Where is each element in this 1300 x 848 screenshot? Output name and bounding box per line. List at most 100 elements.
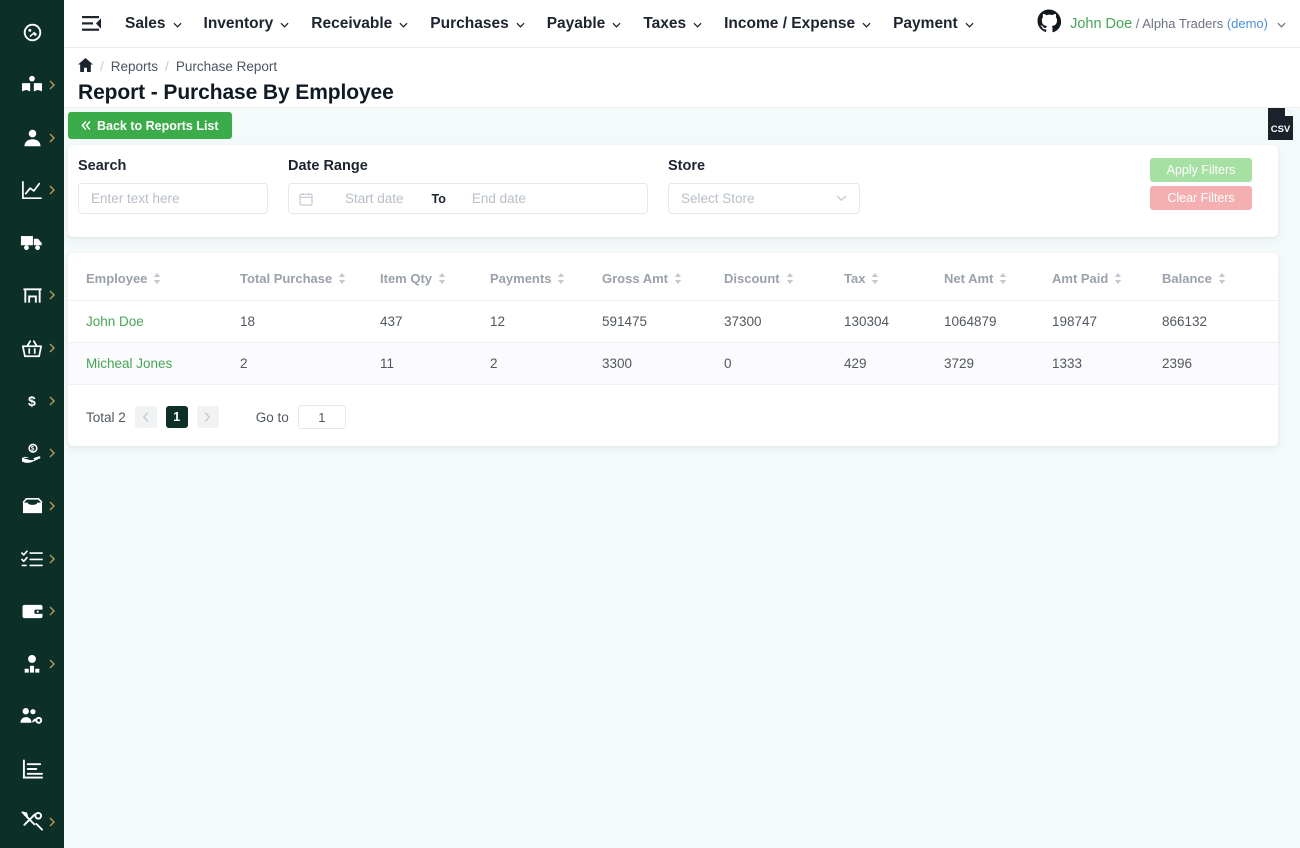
apply-filters-button[interactable]: Apply Filters xyxy=(1150,158,1252,182)
cell-tax: 429 xyxy=(844,342,944,385)
sort-updown-icon xyxy=(558,273,565,284)
company-name: Alpha Traders xyxy=(1142,15,1227,31)
prev-page-button[interactable] xyxy=(134,406,157,428)
users-gear-icon xyxy=(20,706,44,726)
chevron-right-icon xyxy=(49,817,55,827)
csv-file-icon[interactable]: CSV xyxy=(1267,107,1294,141)
nav-label: Taxes xyxy=(643,14,687,32)
cell-total-purchase: 18 xyxy=(240,300,380,343)
sidebar-item-customers[interactable] xyxy=(0,111,64,164)
tenant-tag: (demo) xyxy=(1226,15,1268,31)
employee-link[interactable]: Micheal Jones xyxy=(86,356,172,371)
date-range-to-label: To xyxy=(431,191,446,206)
chevron-right-icon xyxy=(49,290,55,300)
sidebar-item-catalog[interactable] xyxy=(0,59,64,112)
column-label: Employee xyxy=(86,271,148,286)
sidebar-item-taxes[interactable] xyxy=(0,480,64,533)
column-label: Payments xyxy=(490,271,552,286)
user-menu[interactable]: John Doe / Alpha Traders (demo) xyxy=(1037,0,1300,48)
cell-tax: 130304 xyxy=(844,300,944,343)
next-page-button[interactable] xyxy=(196,406,219,428)
cell-discount: 37300 xyxy=(724,300,844,343)
nav-item-sales[interactable]: Sales xyxy=(114,0,193,48)
nav-item-payable[interactable]: Payable xyxy=(536,0,633,48)
chevron-right-icon xyxy=(49,554,55,564)
collapse-menu-icon[interactable] xyxy=(68,0,114,48)
page-header: / Reports / Purchase Report Report - Pur… xyxy=(64,48,1300,108)
home-icon[interactable] xyxy=(78,58,93,75)
chevron-down-icon xyxy=(399,22,408,28)
table-header-row: Employee Total Purchase Item Qty Payment… xyxy=(68,253,1278,301)
store-select[interactable]: Select Store xyxy=(668,183,860,214)
sort-updown-icon xyxy=(154,273,161,284)
sort-updown-icon xyxy=(1218,273,1226,284)
date-range-picker[interactable]: Start date To End date xyxy=(288,183,648,214)
search-input[interactable] xyxy=(78,183,268,214)
column-header-net-amt[interactable]: Net Amt xyxy=(944,253,1052,301)
sidebar-item-purchases[interactable] xyxy=(0,322,64,375)
chevron-right-icon xyxy=(49,606,55,616)
clear-filters-button[interactable]: Clear Filters xyxy=(1150,186,1252,210)
goto-label: Go to xyxy=(255,409,289,425)
sort-updown-icon xyxy=(438,273,446,284)
nav-item-purchases[interactable]: Purchases xyxy=(419,0,535,48)
nav-item-taxes[interactable]: Taxes xyxy=(632,0,713,48)
back-to-reports-list-button[interactable]: Back to Reports List xyxy=(68,112,232,139)
sidebar-item-sales[interactable] xyxy=(0,164,64,217)
cell-amt-paid: 198747 xyxy=(1052,300,1162,343)
column-label: Amt Paid xyxy=(1052,271,1109,286)
sidebar-item-shipping[interactable] xyxy=(0,217,64,270)
cell-payments: 12 xyxy=(490,300,602,343)
nav-label: Income / Expense xyxy=(724,14,856,32)
delivery-truck-icon xyxy=(20,233,44,252)
sidebar-item-employees[interactable] xyxy=(0,638,64,691)
column-label: Tax xyxy=(844,271,866,286)
sidebar-item-users[interactable] xyxy=(0,690,64,743)
nav-item-inventory[interactable]: Inventory xyxy=(193,0,301,48)
column-header-item-qty[interactable]: Item Qty xyxy=(380,253,490,301)
nav-label: Receivable xyxy=(311,14,393,32)
chevron-left-icon xyxy=(143,412,149,422)
checklist-icon xyxy=(21,549,43,569)
sidebar-item-store[interactable] xyxy=(0,269,64,322)
sidebar-item-settings[interactable] xyxy=(0,795,64,848)
page-title: Report - Purchase By Employee xyxy=(78,81,394,104)
nav-item-income-expense[interactable]: Income / Expense xyxy=(713,0,882,48)
column-label: Item Qty xyxy=(380,271,433,286)
sidebar-item-tasks[interactable] xyxy=(0,532,64,585)
sidebar-item-receivable[interactable]: $ xyxy=(0,374,64,427)
pagination: Total 2 1 Go to xyxy=(68,388,1278,446)
column-header-gross-amt[interactable]: Gross Amt xyxy=(602,253,724,301)
column-label: Gross Amt xyxy=(602,271,668,286)
money-box-icon xyxy=(21,496,44,515)
sidebar-item-reports[interactable] xyxy=(0,743,64,796)
nav-item-payment[interactable]: Payment xyxy=(882,0,985,48)
date-range-label: Date Range xyxy=(288,158,368,174)
sidebar-item-dashboard[interactable] xyxy=(0,6,64,59)
column-header-total-purchase[interactable]: Total Purchase xyxy=(240,253,380,301)
table-body: John Doe 18 437 12 591475 37300 130304 1… xyxy=(68,300,1278,385)
column-header-amt-paid[interactable]: Amt Paid xyxy=(1052,253,1162,301)
column-header-balance[interactable]: Balance xyxy=(1162,253,1278,301)
column-header-payments[interactable]: Payments xyxy=(490,253,602,301)
employee-link[interactable]: John Doe xyxy=(86,314,144,329)
store-label: Store xyxy=(668,158,706,174)
column-header-employee[interactable]: Employee xyxy=(68,253,240,301)
start-date-placeholder: Start date xyxy=(345,191,404,206)
employee-badge-icon xyxy=(21,653,43,674)
chevron-down-icon xyxy=(172,22,182,28)
cell-gross-amt: 591475 xyxy=(602,300,724,343)
breadcrumb-item-purchase-report[interactable]: Purchase Report xyxy=(176,59,277,74)
chevron-right-icon xyxy=(49,80,55,90)
sidebar-item-payable[interactable]: $ xyxy=(0,427,64,480)
goto-page-input[interactable] xyxy=(297,405,346,429)
dashboard-gauge-icon xyxy=(22,22,43,43)
cell-discount: 0 xyxy=(724,342,844,385)
user-label: John Doe / Alpha Traders (demo) xyxy=(1070,16,1268,32)
column-header-tax[interactable]: Tax xyxy=(844,253,944,301)
sidebar-item-payment[interactable] xyxy=(0,585,64,638)
breadcrumb-item-reports[interactable]: Reports xyxy=(111,59,158,74)
page-number-1[interactable]: 1 xyxy=(165,406,188,428)
column-header-discount[interactable]: Discount xyxy=(724,253,844,301)
nav-item-receivable[interactable]: Receivable xyxy=(300,0,419,48)
